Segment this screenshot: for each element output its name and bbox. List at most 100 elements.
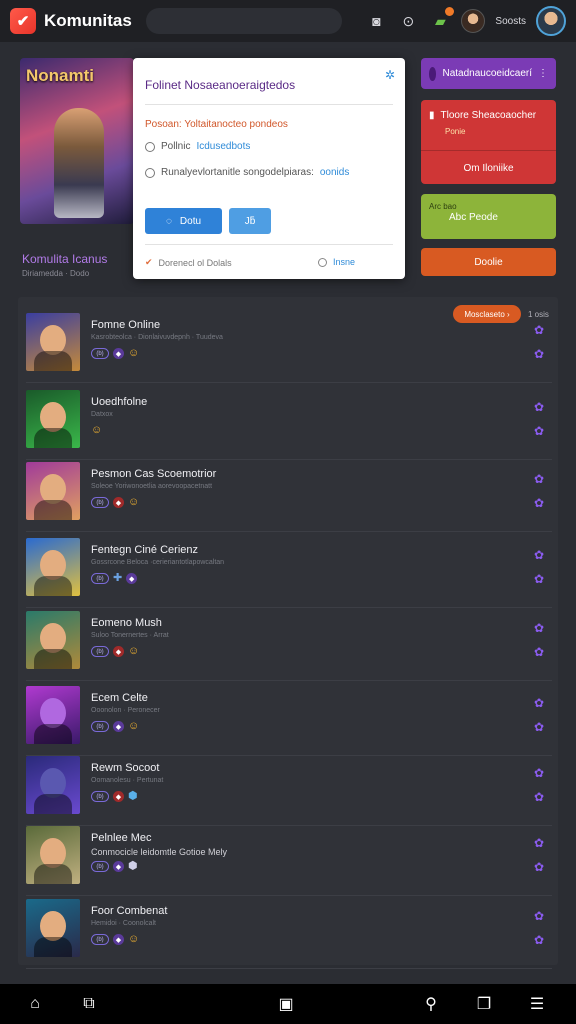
gear-icon[interactable]: ✲ [385, 68, 395, 82]
search-input[interactable] [145, 8, 342, 34]
coin-icon[interactable]: ⊙ [397, 10, 419, 32]
emoji-icon: ☺ [128, 720, 140, 732]
popup-title: Folinet Nosaeanoeraigtedos [145, 78, 296, 92]
rating-stars[interactable]: ✿ ✿ [534, 323, 544, 361]
list-item[interactable]: Fentegn Ciné Cerienz Gossrcone Beloca ·c… [26, 538, 552, 608]
list-item[interactable]: Foor Combenat Hemidoi · Coonolcalt (b) ◆ ☺… [26, 899, 552, 969]
star-icon[interactable]: ✿ [534, 909, 544, 923]
primary-button[interactable]: ◌ Dotu [145, 208, 222, 234]
star-icon[interactable]: ✿ [534, 548, 544, 562]
star-icon[interactable]: ✿ [534, 424, 544, 438]
star-icon[interactable]: ✿ [534, 790, 544, 804]
popup-option-2-link[interactable]: oonids [320, 167, 349, 178]
radio-icon[interactable] [145, 141, 155, 152]
box-icon[interactable]: ▣ [276, 994, 296, 1014]
list-item[interactable]: Pelnlee Mec Conmocicle leidomtle Gotioe … [26, 826, 552, 896]
avatar[interactable] [461, 9, 486, 33]
home-icon[interactable]: ⌂ [25, 994, 45, 1014]
hero-title: Nonamti [26, 66, 94, 85]
popup-info-line: Posoan: Yoltaitanocteo pondeos [145, 119, 288, 130]
tag-chip[interactable]: (b) [91, 646, 109, 657]
username[interactable]: Soosts [495, 16, 526, 27]
badge-icon: ◆ [126, 573, 138, 584]
game-thumbnail [26, 390, 80, 448]
emoji-icon: ☺ [128, 933, 140, 945]
purple-card[interactable]: Natadnaucoeidcaerí ⋮ [421, 58, 556, 89]
star-icon[interactable]: ✿ [534, 572, 544, 586]
radio-icon[interactable] [145, 167, 155, 178]
popup-footer-left-label: Dorenecl ol Dolals [158, 257, 232, 268]
star-icon[interactable]: ✿ [534, 323, 544, 337]
list-item[interactable]: Pesmon Cas Scoemotrior Soleoe Yoriwonoet… [26, 462, 552, 532]
list-item-title: Pesmon Cas Scoemotrior [91, 468, 217, 480]
popup-footer-right[interactable]: Insne [318, 257, 355, 267]
star-icon[interactable]: ✿ [534, 766, 544, 780]
red-card-action[interactable]: Om Iloniike [421, 163, 556, 174]
popup-dialog: Folinet Nosaeanoeraigtedos ✲ Posoan: Yol… [133, 58, 405, 279]
star-icon[interactable]: ✿ [534, 860, 544, 874]
badge-icon: ◆ [113, 646, 124, 657]
menu-icon[interactable]: ☰ [527, 994, 547, 1014]
tag-chip[interactable]: (b) [91, 791, 109, 802]
tag-chip[interactable]: (b) [91, 348, 109, 359]
list-item[interactable]: Ecem Celte Ooonolon · Peronecer (b) ◆ ☺ ✿ ✿ [26, 686, 552, 756]
tag-chip[interactable]: (b) [91, 934, 109, 945]
community-title: Komulita Icanus [22, 252, 108, 266]
list-item-tags: (b) ◆ ☺ [91, 497, 139, 508]
star-icon[interactable]: ✿ [534, 621, 544, 635]
tag-chip[interactable]: (b) [91, 721, 109, 732]
star-icon[interactable]: ✿ [534, 933, 544, 947]
kebab-menu-icon[interactable]: ⋮ [538, 68, 548, 79]
hero-banner[interactable]: Nonamti [20, 58, 134, 224]
list-item[interactable]: Uoedhfolne Datxox ☺ ✿ ✿ [26, 390, 552, 460]
rating-stars[interactable]: ✿ ✿ [534, 548, 544, 586]
tag-chip[interactable]: (b) [91, 861, 109, 872]
divider [145, 244, 393, 245]
chat-icon: ▮ [429, 110, 435, 121]
rating-stars[interactable]: ✿ ✿ [534, 766, 544, 804]
list-item-title: Ecem Celte [91, 692, 148, 704]
tag-chip[interactable]: (b) [91, 573, 109, 584]
list-item[interactable]: Fomne Online Kasrobteolca · Dionlaivuvde… [26, 313, 552, 383]
star-icon[interactable]: ✿ [534, 472, 544, 486]
rating-stars[interactable]: ✿ ✿ [534, 836, 544, 874]
divider [421, 150, 556, 151]
star-icon[interactable]: ✿ [534, 347, 544, 361]
badge-icon: ◆ [113, 497, 124, 508]
list-item-title: Pelnlee Mec [91, 832, 152, 844]
game-thumbnail [26, 686, 80, 744]
radio-icon[interactable] [318, 257, 327, 267]
star-icon[interactable]: ✿ [534, 836, 544, 850]
tabs-icon[interactable]: ❐ [474, 994, 494, 1014]
camera-icon[interactable]: ◙ [365, 10, 387, 32]
list-item[interactable]: Eomeno Mush Suloo Tonernertes · Arrat (b… [26, 611, 552, 681]
popup-footer-left[interactable]: ✔ Dorenecl ol Dolals [145, 257, 232, 268]
search-icon[interactable]: ⚲ [421, 994, 441, 1014]
app-logo[interactable]: ✔ [10, 8, 36, 34]
green-card[interactable]: Arc bao Abc Peode [421, 194, 556, 239]
popup-option-2[interactable]: Runalyevlortanitle songodelpiaras: oonid… [145, 167, 349, 178]
tag-chip[interactable]: (b) [91, 497, 109, 508]
star-icon[interactable]: ✿ [534, 496, 544, 510]
list-item[interactable]: Rewm Socoot Oomanolesu · Pertunat (b) ◆ ⬢ … [26, 756, 552, 826]
green-card-small: Arc bao [429, 202, 457, 211]
rating-stars[interactable]: ✿ ✿ [534, 696, 544, 734]
popup-option-1-link[interactable]: Icdusedbots [196, 141, 250, 152]
star-icon[interactable]: ✿ [534, 720, 544, 734]
star-icon[interactable]: ✿ [534, 696, 544, 710]
red-card[interactable]: ▮ Tloore Sheacoaocher Ponie Om Iloniike [421, 100, 556, 184]
notification-icon[interactable]: ▰ [429, 7, 455, 32]
rating-stars[interactable]: ✿ ✿ [534, 621, 544, 659]
secondary-button[interactable]: Jƃ [229, 208, 271, 234]
rating-stars[interactable]: ✿ ✿ [534, 472, 544, 510]
star-icon[interactable]: ✿ [534, 645, 544, 659]
popup-option-1[interactable]: Pollnic Icdusedbots [145, 141, 250, 152]
list-item-subtitle: Ooonolon · Peronecer [91, 707, 160, 714]
profile-avatar[interactable] [536, 6, 566, 36]
star-icon[interactable]: ✿ [534, 400, 544, 414]
puzzle-icon[interactable]: ⧉ [79, 994, 99, 1014]
popup-footer-right-label: Insne [333, 257, 356, 267]
rating-stars[interactable]: ✿ ✿ [534, 400, 544, 438]
orange-button[interactable]: Doolie [421, 248, 556, 276]
rating-stars[interactable]: ✿ ✿ [534, 909, 544, 947]
